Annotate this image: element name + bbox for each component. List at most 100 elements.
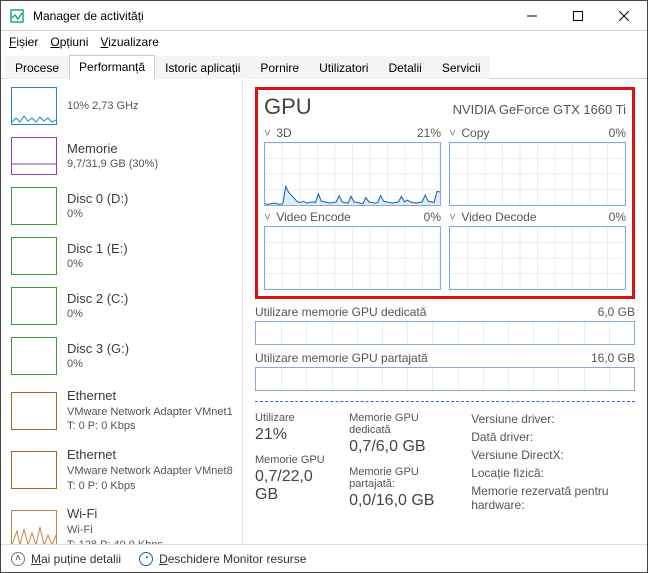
tab-detalii[interactable]: Detalii <box>378 56 431 79</box>
side-graph-icon <box>11 287 57 325</box>
side-graph-icon <box>11 137 57 175</box>
detail-title: GPU <box>264 94 312 120</box>
side-item-sub2: T: 0 P: 0 Kbps <box>67 419 233 434</box>
side-graph-icon <box>11 392 57 430</box>
resmon-icon: ◔ <box>139 552 153 566</box>
stat: Memorie GPU dedicată 0,7/6,0 GB <box>349 412 449 456</box>
stat-value: 0,7/6,0 GB <box>349 438 449 456</box>
side-item-name: Ethernet <box>67 387 233 405</box>
side-item-name: Ethernet <box>67 446 233 464</box>
highlight-box: GPU NVIDIA GeForce GTX 1660 Ti ˅ 3D21%˅ … <box>255 87 635 299</box>
chart-dropdown[interactable]: ˅ Copy <box>449 126 489 140</box>
separator <box>255 401 635 402</box>
chart-video-encode: ˅ Video Encode 0% <box>264 210 441 290</box>
meta-row: Memorie rezervată pentru hardware: <box>471 484 635 512</box>
menubar: Fișier Opțiuni Vizualizare <box>1 31 647 53</box>
meta-row: Versiune driver: <box>471 412 635 426</box>
sidebar-item-disc-2-c-[interactable]: Disc 2 (C:)0% <box>1 281 242 331</box>
sidebar-item-cpu[interactable]: 10% 2,73 GHz <box>1 81 242 131</box>
side-item-name: Disc 1 (E:) <box>67 240 128 258</box>
stat-key: Utilizare <box>255 412 327 424</box>
side-graph-icon <box>11 337 57 375</box>
chart-canvas <box>264 226 441 290</box>
menu-options[interactable]: Opțiuni <box>50 35 88 49</box>
tab-utilizatori[interactable]: Utilizatori <box>309 56 378 79</box>
membar-label: Utilizare memorie GPU partajată <box>255 351 428 365</box>
maximize-button[interactable] <box>555 1 601 31</box>
sidebar-item-disc-1-e-[interactable]: Disc 1 (E:)0% <box>1 231 242 281</box>
side-item-name: Disc 3 (G:) <box>67 340 129 358</box>
stat: Memorie GPU 0,7/22,0 GB <box>255 454 327 504</box>
sidebar: 10% 2,73 GHzMemorie9,7/31,9 GB (30%)Disc… <box>1 79 243 544</box>
side-item-sub2: T: 0 P: 0 Kbps <box>67 479 233 494</box>
chart-canvas <box>264 142 441 206</box>
sidebar-item-ethernet[interactable]: EthernetVMware Network Adapter VMnet1T: … <box>1 381 242 440</box>
side-item-sub: 0% <box>67 257 128 272</box>
side-graph-icon <box>11 87 57 125</box>
tab-procese[interactable]: Procese <box>5 56 69 79</box>
minimize-button[interactable] <box>509 1 555 31</box>
tab-servicii[interactable]: Servicii <box>432 56 491 79</box>
meta-row: Locație fizică: <box>471 466 635 480</box>
membar-canvas <box>255 321 635 345</box>
gpu-model: NVIDIA GeForce GTX 1660 Ti <box>453 102 626 117</box>
stat-key: Memorie GPU <box>255 454 327 466</box>
side-item-name: Wi-Fi <box>67 505 163 523</box>
titlebar: Manager de activități <box>1 1 647 31</box>
meta-row: Dată driver: <box>471 430 635 444</box>
membar-canvas <box>255 367 635 391</box>
tab-performanță[interactable]: Performanță <box>69 55 155 79</box>
chart-canvas <box>449 226 626 290</box>
stat-key: Memorie GPU partajată: <box>349 466 449 490</box>
side-graph-icon <box>11 237 57 275</box>
side-item-sub: 0% <box>67 207 128 222</box>
stats-section: Utilizare21% Memorie GPU 0,7/22,0 GB Memor… <box>255 412 635 512</box>
chart-dropdown[interactable]: ˅ Video Decode <box>449 210 537 224</box>
stat-key: Memorie GPU dedicată <box>349 412 449 436</box>
side-item-sub: 10% 2,73 GHz <box>67 99 139 114</box>
side-graph-icon <box>11 451 57 489</box>
tab-bar: ProcesePerformanțăIstoric aplicațiiPorni… <box>1 53 647 79</box>
sidebar-item-ethernet[interactable]: EthernetVMware Network Adapter VMnet8T: … <box>1 440 242 499</box>
chevron-up-icon: ˄ <box>11 552 25 566</box>
sidebar-item-wi-fi[interactable]: Wi-FiWi-FiT: 128 P: 40,0 Kbps <box>1 499 242 544</box>
chart-video-decode: ˅ Video Decode 0% <box>449 210 626 290</box>
stat: Utilizare21% <box>255 412 327 444</box>
side-graph-icon <box>11 510 57 544</box>
chart-3d: ˅ 3D21% <box>264 126 441 206</box>
side-item-name: Memorie <box>67 140 158 158</box>
window-title: Manager de activități <box>33 9 509 23</box>
chart-dropdown[interactable]: ˅ 3D <box>264 126 292 140</box>
open-resmon-link[interactable]: ◔ Deschidere Monitor resurse <box>139 552 306 566</box>
membar-label: Utilizare memorie GPU dedicată <box>255 305 426 319</box>
membar-utilizare-memorie-gpu-dedicat-: Utilizare memorie GPU dedicată 6,0 GB <box>255 305 635 345</box>
stat-value: 0,7/22,0 GB <box>255 468 327 504</box>
chart-copy: ˅ Copy0% <box>449 126 626 206</box>
chart-value: 0% <box>424 210 441 224</box>
side-item-sub: Wi-Fi <box>67 523 163 538</box>
membar-max: 16,0 GB <box>591 351 635 365</box>
chart-value: 0% <box>609 210 626 224</box>
side-item-sub: 0% <box>67 307 128 322</box>
sidebar-item-disc-3-g-[interactable]: Disc 3 (G:)0% <box>1 331 242 381</box>
sidebar-item-disc-0-d-[interactable]: Disc 0 (D:)0% <box>1 181 242 231</box>
close-button[interactable] <box>601 1 647 31</box>
stat: Memorie GPU partajată:0,0/16,0 GB <box>349 466 449 510</box>
membar-max: 6,0 GB <box>598 305 635 319</box>
menu-file[interactable]: Fișier <box>9 35 38 49</box>
footer: ˄ Mai puține detalii ◔ Deschidere Monito… <box>1 544 647 572</box>
chart-dropdown[interactable]: ˅ Video Encode <box>264 210 351 224</box>
side-item-name: Disc 0 (D:) <box>67 190 128 208</box>
side-item-sub: 9,7/31,9 GB (30%) <box>67 157 158 172</box>
membar-utilizare-memorie-gpu-partajat-: Utilizare memorie GPU partajată 16,0 GB <box>255 351 635 391</box>
fewer-details-link[interactable]: ˄ Mai puține detalii <box>11 552 121 566</box>
side-item-sub: VMware Network Adapter VMnet1 <box>67 405 233 420</box>
chart-canvas <box>449 142 626 206</box>
menu-view[interactable]: Vizualizare <box>100 35 159 49</box>
tab-istoric-aplicații[interactable]: Istoric aplicații <box>155 56 250 79</box>
sidebar-item-memorie[interactable]: Memorie9,7/31,9 GB (30%) <box>1 131 242 181</box>
side-item-sub: VMware Network Adapter VMnet8 <box>67 464 233 479</box>
side-item-name: Disc 2 (C:) <box>67 290 128 308</box>
side-graph-icon <box>11 187 57 225</box>
tab-pornire[interactable]: Pornire <box>250 56 309 79</box>
